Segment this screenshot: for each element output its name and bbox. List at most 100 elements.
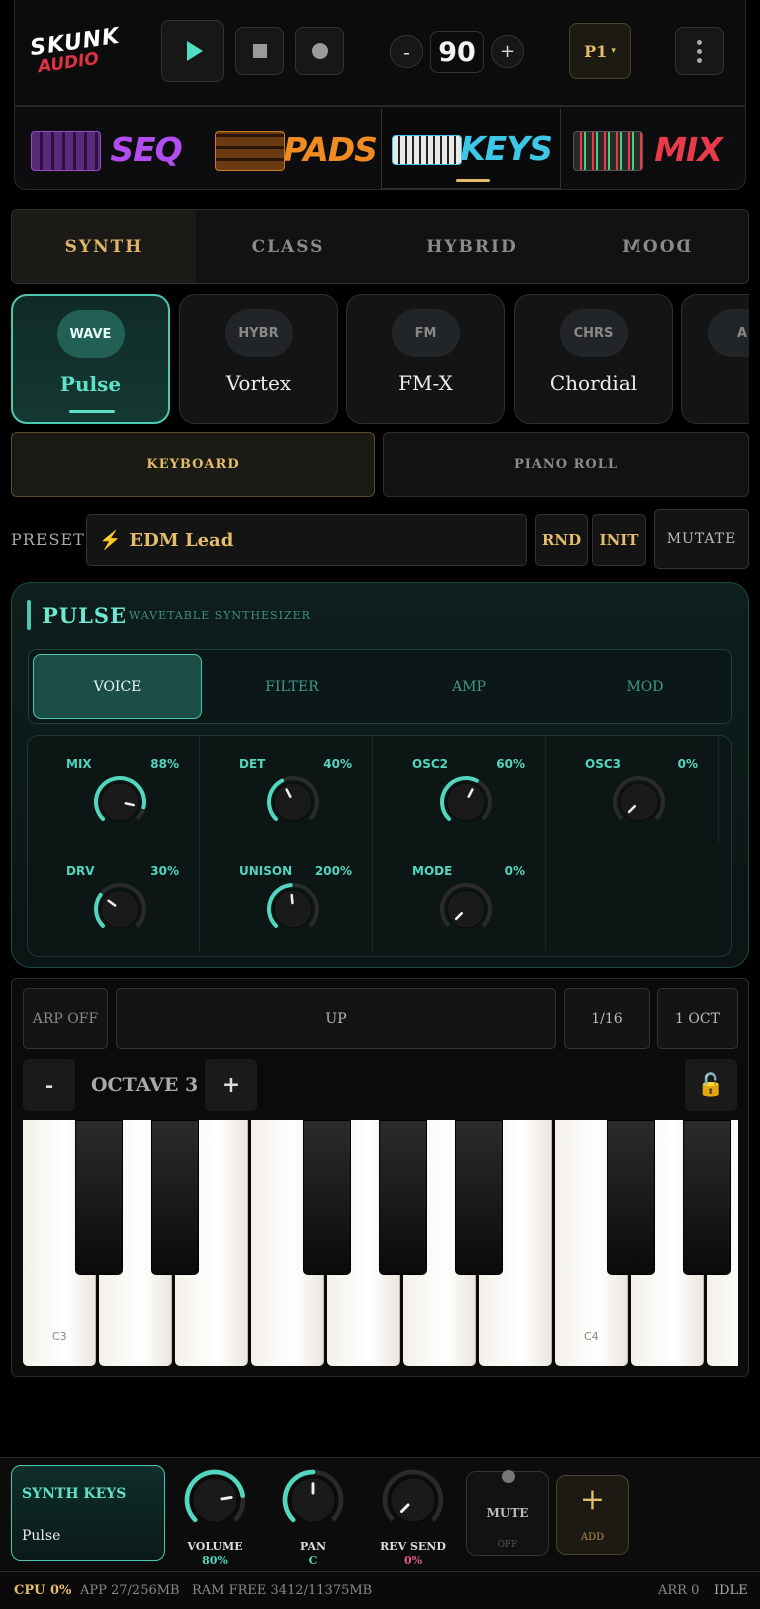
rev-send-knob: REV SEND 0%	[378, 1465, 448, 1567]
ram-free: RAM FREE 3412/11375MB	[192, 1583, 373, 1598]
preset-label: PRESET	[11, 530, 85, 549]
knob-dial[interactable]	[278, 1465, 348, 1535]
preset-selector[interactable]: ⚡ EDM Lead	[86, 514, 527, 566]
transport-state: IDLE	[714, 1583, 748, 1598]
engine-tag: FM	[391, 309, 460, 357]
panel-accent-bar	[27, 600, 31, 630]
tab-amp[interactable]: AMP	[381, 654, 557, 719]
knob-value: 40%	[323, 757, 352, 771]
knob-label: VOLUME	[187, 1540, 243, 1553]
knob-dial[interactable]	[609, 772, 669, 832]
knob-osc3: OSC3 0%	[559, 736, 719, 844]
mute-button[interactable]: MUTE OFF	[466, 1470, 549, 1556]
engine-tag: WAVE	[56, 310, 125, 358]
keyboard-mode-button[interactable]: KEYBOARD	[11, 432, 375, 497]
octave-up-button[interactable]: +	[205, 1059, 257, 1111]
cpu-usage: CPU 0%	[14, 1583, 72, 1598]
knob-label: UNISON	[239, 864, 293, 878]
knob-value: 60%	[496, 757, 525, 771]
engine-card-chordial[interactable]: CHRS Chordial	[514, 294, 673, 424]
knob-det: DET 40%	[213, 736, 373, 844]
app-memory: APP 27/256MB	[80, 1583, 180, 1598]
track-name: SYNTH KEYS	[22, 1486, 127, 1502]
random-preset-button[interactable]: RND	[535, 514, 588, 566]
synth-title: PULSE	[42, 603, 128, 628]
black-key[interactable]	[75, 1120, 123, 1275]
lock-icon: 🔓	[697, 1072, 725, 1098]
knob-drv: DRV 30%	[40, 843, 200, 951]
knob-osc2: OSC2 60%	[386, 736, 546, 844]
knob-dial[interactable]	[90, 879, 150, 939]
note-label: C3	[52, 1330, 67, 1343]
knob-dial[interactable]	[436, 879, 496, 939]
knob-value: C	[308, 1554, 318, 1567]
black-key[interactable]	[151, 1120, 199, 1275]
piano-keyboard: C3 C4	[23, 1120, 738, 1366]
knob-dial[interactable]	[263, 879, 323, 939]
plus-icon: +	[579, 1482, 606, 1517]
knob-value: 0%	[677, 757, 698, 771]
arrangement-status: ARR 0	[658, 1583, 700, 1598]
black-key[interactable]	[303, 1120, 351, 1275]
knob-value: 0%	[504, 864, 525, 878]
add-track-button[interactable]: + ADD	[556, 1475, 629, 1555]
engine-card-fmx[interactable]: FM FM-X	[346, 294, 505, 424]
knob-label: OSC2	[412, 757, 448, 771]
knob-dial[interactable]	[263, 772, 323, 832]
mute-indicator	[502, 1470, 515, 1483]
knob-dial[interactable]	[436, 772, 496, 832]
arp-toggle-button[interactable]: ARP OFF	[23, 988, 108, 1049]
status-bar: CPU 0% APP 27/256MB RAM FREE 3412/11375M…	[0, 1571, 760, 1609]
black-key[interactable]	[683, 1120, 731, 1275]
octave-down-button[interactable]: -	[23, 1059, 75, 1111]
black-key[interactable]	[455, 1120, 503, 1275]
pan-knob: PAN C	[278, 1465, 348, 1567]
engine-card-pulse[interactable]: WAVE Pulse	[11, 294, 170, 424]
voice-knobs: MIX 88% DET 40% OSC2 60% OSC3 0% DRV 30% UNISON 200…	[27, 735, 732, 957]
knob-value: 80%	[202, 1554, 228, 1567]
engine-strip: WAVE Pulse HYBR Vortex FM FM-X CHRS Chor…	[0, 0, 749, 440]
engine-name: Chordial	[549, 371, 638, 395]
knob-label: DET	[239, 757, 266, 771]
black-key[interactable]	[379, 1120, 427, 1275]
knob-value: 200%	[314, 864, 352, 878]
black-key[interactable]	[607, 1120, 655, 1275]
knob-label: OSC3	[585, 757, 621, 771]
preset-name: EDM Lead	[129, 529, 234, 551]
engine-name: Vortex	[225, 371, 292, 395]
tab-filter[interactable]: FILTER	[207, 654, 377, 719]
knob-dial[interactable]	[90, 772, 150, 832]
mute-state: OFF	[497, 1540, 518, 1550]
lock-button[interactable]: 🔓	[685, 1059, 737, 1111]
engine-tag: A	[708, 309, 749, 357]
volume-knob: VOLUME 80%	[180, 1465, 250, 1567]
track-card[interactable]: SYNTH KEYS Pulse	[11, 1465, 165, 1561]
knob-label: MIX	[66, 757, 92, 771]
octave-label: OCTAVE 3	[91, 1074, 199, 1096]
knob-value: 88%	[150, 757, 179, 771]
engine-name: OI	[672, 371, 749, 395]
engine-card-vortex[interactable]: HYBR Vortex	[179, 294, 338, 424]
engine-name: FM-X	[398, 371, 453, 395]
arp-rate-select[interactable]: 1/16	[564, 988, 650, 1049]
note-label: C4	[584, 1330, 599, 1343]
knob-value: 30%	[150, 864, 179, 878]
arp-range-select[interactable]: 1 OCT	[657, 988, 738, 1049]
knob-mix: MIX 88%	[40, 736, 200, 844]
piano-roll-mode-button[interactable]: PIANO ROLL	[383, 432, 749, 497]
engine-card-partial[interactable]: A OI	[681, 294, 749, 424]
knob-dial[interactable]	[180, 1465, 250, 1535]
knob-label: PAN	[299, 1540, 327, 1553]
knob-label: DRV	[66, 864, 95, 878]
knob-value: 0%	[403, 1554, 423, 1567]
tab-voice[interactable]: VOICE	[33, 654, 202, 719]
mutate-button[interactable]: MUTATE	[654, 509, 749, 569]
init-preset-button[interactable]: INIT	[592, 514, 646, 566]
tab-mod[interactable]: MOD	[559, 654, 731, 719]
knob-mode: MODE 0%	[386, 843, 546, 951]
arp-direction-select[interactable]: UP	[116, 988, 556, 1049]
knob-dial[interactable]	[378, 1465, 448, 1535]
knob-unison: UNISON 200%	[213, 843, 373, 951]
engine-tag: CHRS	[559, 309, 628, 357]
track-engine: Pulse	[22, 1528, 61, 1544]
